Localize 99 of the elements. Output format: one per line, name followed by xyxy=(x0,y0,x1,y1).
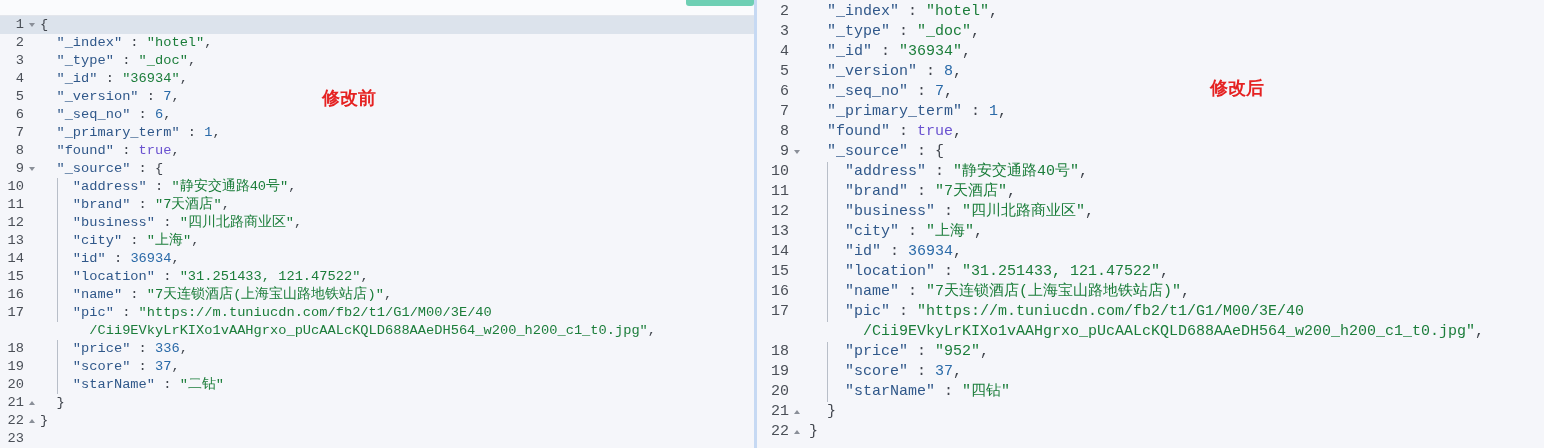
line-number: 5 xyxy=(779,62,789,82)
code-line: "brand" : "7天酒店", xyxy=(71,197,230,212)
code-line: "location" : "31.251433, 121.47522", xyxy=(71,269,369,284)
line-number: 15 xyxy=(770,262,789,282)
code-line: "score" : 37, xyxy=(844,363,963,380)
line-number: 2 xyxy=(779,2,789,22)
code-line: "city" : "上海", xyxy=(71,233,200,248)
code-line: "_id" : "36934", xyxy=(826,43,972,60)
code-line: "_type" : "_doc", xyxy=(826,23,981,40)
code-line: /Cii9EVkyLrKIXo1vAAHgrxo_pUcAALcKQLD688AAeDH564_w200_h200_c1_t0.jpg", xyxy=(862,323,1485,340)
line-number: 14 xyxy=(6,250,24,268)
code-line: "name" : "7天连锁酒店(上海宝山路地铁站店)", xyxy=(844,283,1191,300)
line-number: 13 xyxy=(6,232,24,250)
line-number: 8 xyxy=(779,122,789,142)
line-number: 19 xyxy=(770,362,789,382)
code-line: "price" : "952", xyxy=(844,343,990,360)
code-line: "id" : 36934, xyxy=(844,243,963,260)
code-line: "starName" : "四钻" xyxy=(844,383,1011,400)
code-line: "pic" : "https://m.tuniucdn.com/fb2/t1/G1/M00/3E/40 xyxy=(844,303,1305,320)
code-line: } xyxy=(809,423,818,440)
code-line: "_index" : "hotel", xyxy=(826,3,999,20)
line-number: 4 xyxy=(14,70,24,88)
line-number: 20 xyxy=(6,376,24,394)
line-number: 22 xyxy=(770,422,789,442)
code-line: /Cii9EVkyLrKIXo1vAAHgrxo_pUcAALcKQLD688AAeDH564_w200_h200_c1_t0.jpg", xyxy=(88,323,657,338)
code-line: } xyxy=(826,403,836,420)
line-number: 6 xyxy=(14,106,24,124)
caret-icon[interactable] xyxy=(794,410,800,414)
line-number: 23 xyxy=(6,430,24,448)
line-number: 21 xyxy=(770,402,789,422)
code-line: "address" : "静安交通路40号", xyxy=(71,179,297,194)
line-number: 6 xyxy=(779,82,789,102)
code-line: "brand" : "7天酒店", xyxy=(844,183,1017,200)
line-number: 1 xyxy=(14,16,24,34)
line-number: 5 xyxy=(14,88,24,106)
line-number: 4 xyxy=(779,42,789,62)
code-line: "starName" : "二钻" xyxy=(71,377,225,392)
code-line: "_seq_no" : 6, xyxy=(55,107,172,122)
code-line: "_primary_term" : 1, xyxy=(826,103,1008,120)
code-line: "_index" : "hotel", xyxy=(55,35,213,50)
caret-icon[interactable] xyxy=(794,430,800,434)
code-line: { xyxy=(40,17,49,32)
code-line: "address" : "静安交通路40号", xyxy=(844,163,1089,180)
caret-icon[interactable] xyxy=(29,167,35,171)
line-number: 15 xyxy=(6,268,24,286)
code-line: "_primary_term" : 1, xyxy=(55,125,221,140)
line-number: 22 xyxy=(6,412,24,430)
line-number: 14 xyxy=(770,242,789,262)
line-number: 7 xyxy=(14,124,24,142)
code-line: "_seq_no" : 7, xyxy=(826,83,954,100)
code-line: "_version" : 8, xyxy=(826,63,963,80)
line-number: 2 xyxy=(14,34,24,52)
caret-icon[interactable] xyxy=(29,419,35,423)
line-number: 20 xyxy=(770,382,789,402)
line-number: 8 xyxy=(14,142,24,160)
code-line: "_type" : "_doc", xyxy=(55,53,197,68)
annotation-label: 修改后 xyxy=(1210,76,1264,100)
caret-icon[interactable] xyxy=(29,23,35,27)
caret-icon[interactable] xyxy=(794,150,800,154)
code-line: "business" : "四川北路商业区", xyxy=(71,215,303,230)
line-number: 11 xyxy=(770,182,789,202)
line-number: 16 xyxy=(770,282,789,302)
line-number: 11 xyxy=(6,196,24,214)
line-number: 17 xyxy=(770,302,789,322)
line-number: 18 xyxy=(770,342,789,362)
line-number: 16 xyxy=(6,286,24,304)
code-line: "city" : "上海", xyxy=(844,223,984,240)
annotation-label: 修改前 xyxy=(322,86,376,110)
code-line: "score" : 37, xyxy=(71,359,180,374)
code-line: "_version" : 7, xyxy=(55,89,180,104)
line-number: 10 xyxy=(6,178,24,196)
code-line: "business" : "四川北路商业区", xyxy=(844,203,1095,220)
line-number: 10 xyxy=(770,162,789,182)
line-number: 13 xyxy=(770,222,789,242)
code-line: "price" : 336, xyxy=(71,341,188,356)
line-number: 3 xyxy=(779,22,789,42)
line-number: 7 xyxy=(779,102,789,122)
code-line: } xyxy=(40,413,49,428)
line-number: 12 xyxy=(6,214,24,232)
line-number: 17 xyxy=(6,304,24,322)
code-line: "name" : "7天连锁酒店(上海宝山路地铁站店)", xyxy=(71,287,393,302)
caret-icon[interactable] xyxy=(29,401,35,405)
line-number: 12 xyxy=(770,202,789,222)
code-line: "found" : true, xyxy=(826,123,963,140)
code-line: "pic" : "https://m.tuniucdn.com/fb2/t1/G1/M00/3E/40 xyxy=(71,305,492,320)
code-line: } xyxy=(55,395,65,410)
line-number: 3 xyxy=(14,52,24,70)
line-number: 18 xyxy=(6,340,24,358)
line-number: 19 xyxy=(6,358,24,376)
code-line: "id" : 36934, xyxy=(71,251,180,266)
code-line: "found" : true, xyxy=(55,143,180,158)
code-line: "location" : "31.251433, 121.47522", xyxy=(844,263,1170,280)
line-number: 21 xyxy=(6,394,24,412)
status-badge xyxy=(686,0,754,6)
code-line: "_source" : { xyxy=(826,143,945,160)
code-line: "_id" : "36934", xyxy=(55,71,188,86)
code-line: "_source" : { xyxy=(55,161,164,176)
line-number: 9 xyxy=(779,142,789,162)
line-number: 9 xyxy=(14,160,24,178)
